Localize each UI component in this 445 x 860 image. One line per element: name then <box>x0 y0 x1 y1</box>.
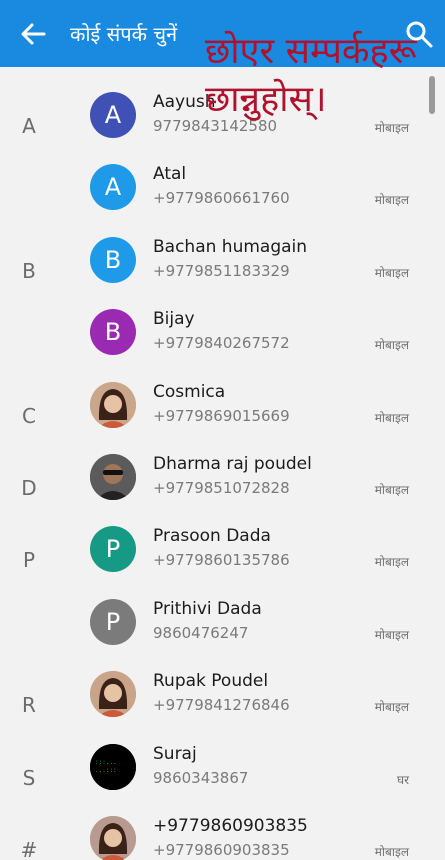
phone-type-label: मोबाइल <box>374 555 409 570</box>
suraj-photo-icon: :::......::: <box>90 743 136 790</box>
page-title: कोई संपर्क चुनें <box>70 22 178 46</box>
contact-row[interactable]: R Rupak Poudel +9779841276846 मोबाइल <box>0 671 445 743</box>
svg-text::::...: :::... <box>95 759 117 766</box>
section-letter: # <box>20 838 38 860</box>
avatar-initial: B <box>104 318 122 347</box>
contact-name: Bachan humagain <box>153 236 308 257</box>
contact-avatar <box>90 671 136 718</box>
contact-phone: +9779860903835 <box>153 841 290 859</box>
contact-row[interactable]: A Atal +9779860661760 मोबाइल <box>0 164 445 236</box>
back-arrow-icon[interactable] <box>18 20 48 48</box>
contact-row[interactable]: # +9779860903835 +9779860903835 मोबाइल <box>0 816 445 860</box>
contact-name: +9779860903835 <box>153 816 308 836</box>
avatar-initial: A <box>104 101 122 129</box>
contact-avatar: P <box>90 526 136 573</box>
contact-phone: +9779851072828 <box>153 479 290 497</box>
scrollbar[interactable] <box>429 76 435 114</box>
contact-name: Atal <box>153 164 187 185</box>
contact-picker-screen: कोई संपर्क चुनें छोएर सम्पर्कहरू छान्नुह… <box>0 0 445 860</box>
contact-name: Rupak Poudel <box>153 671 269 692</box>
contact-avatar <box>90 381 136 428</box>
phone-type-label: मोबाइल <box>374 265 409 280</box>
phone-type-label: मोबाइल <box>374 193 409 208</box>
contact-row[interactable]: D Dharma raj poudel +9779851072828 मोबाइ… <box>0 454 445 526</box>
contact-name: Bijay <box>153 309 195 330</box>
section-letter: P <box>22 548 36 573</box>
section-letter: A <box>22 114 36 138</box>
contact-avatar: B <box>90 309 136 356</box>
section-letter: B <box>22 258 36 283</box>
avatar-initial: B <box>104 245 122 274</box>
contact-phone: +9779840267572 <box>153 334 290 353</box>
phone-type-label: मोबाइल <box>374 338 409 353</box>
contact-phone: +9779851183329 <box>153 261 290 280</box>
contact-phone: 9860343867 <box>153 768 249 787</box>
contact-row[interactable]: S :::......::: Suraj 9860343867 घर <box>0 743 445 816</box>
section-letter: S <box>22 765 36 790</box>
contact-avatar <box>90 454 136 500</box>
woman-photo-icon <box>90 381 136 428</box>
section-letter: C <box>22 403 36 428</box>
contact-name: Prasoon Dada <box>153 526 271 547</box>
section-letter: R <box>22 693 36 718</box>
contact-row[interactable]: P P Prasoon Dada +9779860135786 मोबाइल <box>0 526 445 598</box>
contact-phone: +9779869015669 <box>153 406 290 425</box>
phone-type-label: मोबाइल <box>374 410 409 425</box>
contact-name: Dharma raj poudel <box>153 454 312 474</box>
woman-photo-icon <box>90 671 136 718</box>
contact-phone: +9779860661760 <box>153 189 290 208</box>
contact-phone: +9779860135786 <box>153 551 290 570</box>
contact-phone: +9779841276846 <box>153 696 290 715</box>
contact-row[interactable]: P Prithivi Dada 9860476247 मोबाइल <box>0 598 445 671</box>
avatar-initial: P <box>105 607 121 636</box>
contact-avatar: P <box>90 598 136 645</box>
contact-name: Cosmica <box>153 381 226 402</box>
phone-type-label: मोबाइल <box>374 483 409 497</box>
contact-row[interactable]: B Bijay +9779840267572 मोबाइल <box>0 309 445 381</box>
contact-avatar: A <box>90 164 136 211</box>
phone-type-label: मोबाइल <box>374 845 409 859</box>
section-letter: D <box>21 476 37 500</box>
contact-row[interactable]: B B Bachan humagain +9779851183329 मोबाइ… <box>0 236 445 309</box>
contact-name: Prithivi Dada <box>153 598 262 619</box>
phone-type-label: घर <box>396 772 409 787</box>
man-photo-icon <box>90 454 136 500</box>
contact-avatar: :::......::: <box>90 743 136 790</box>
instruction-overlay-text: छोएर सम्पर्कहरू छान्नुहोस्। <box>205 31 417 120</box>
woman-photo-icon <box>90 816 136 860</box>
contact-phone: 9860476247 <box>153 623 249 642</box>
svg-text:...:::: ...::: <box>95 767 117 774</box>
phone-type-label: मोबाइल <box>374 700 409 715</box>
contact-avatar: A <box>90 92 136 138</box>
contact-name: Suraj <box>153 743 197 764</box>
contact-row[interactable]: C Cosmica +9779869015669 मोबाइल <box>0 381 445 454</box>
contact-avatar <box>90 816 136 860</box>
avatar-initial: A <box>104 173 122 202</box>
phone-type-label: मोबाइल <box>374 627 409 642</box>
contact-avatar: B <box>90 236 136 283</box>
avatar-initial: P <box>105 535 121 564</box>
